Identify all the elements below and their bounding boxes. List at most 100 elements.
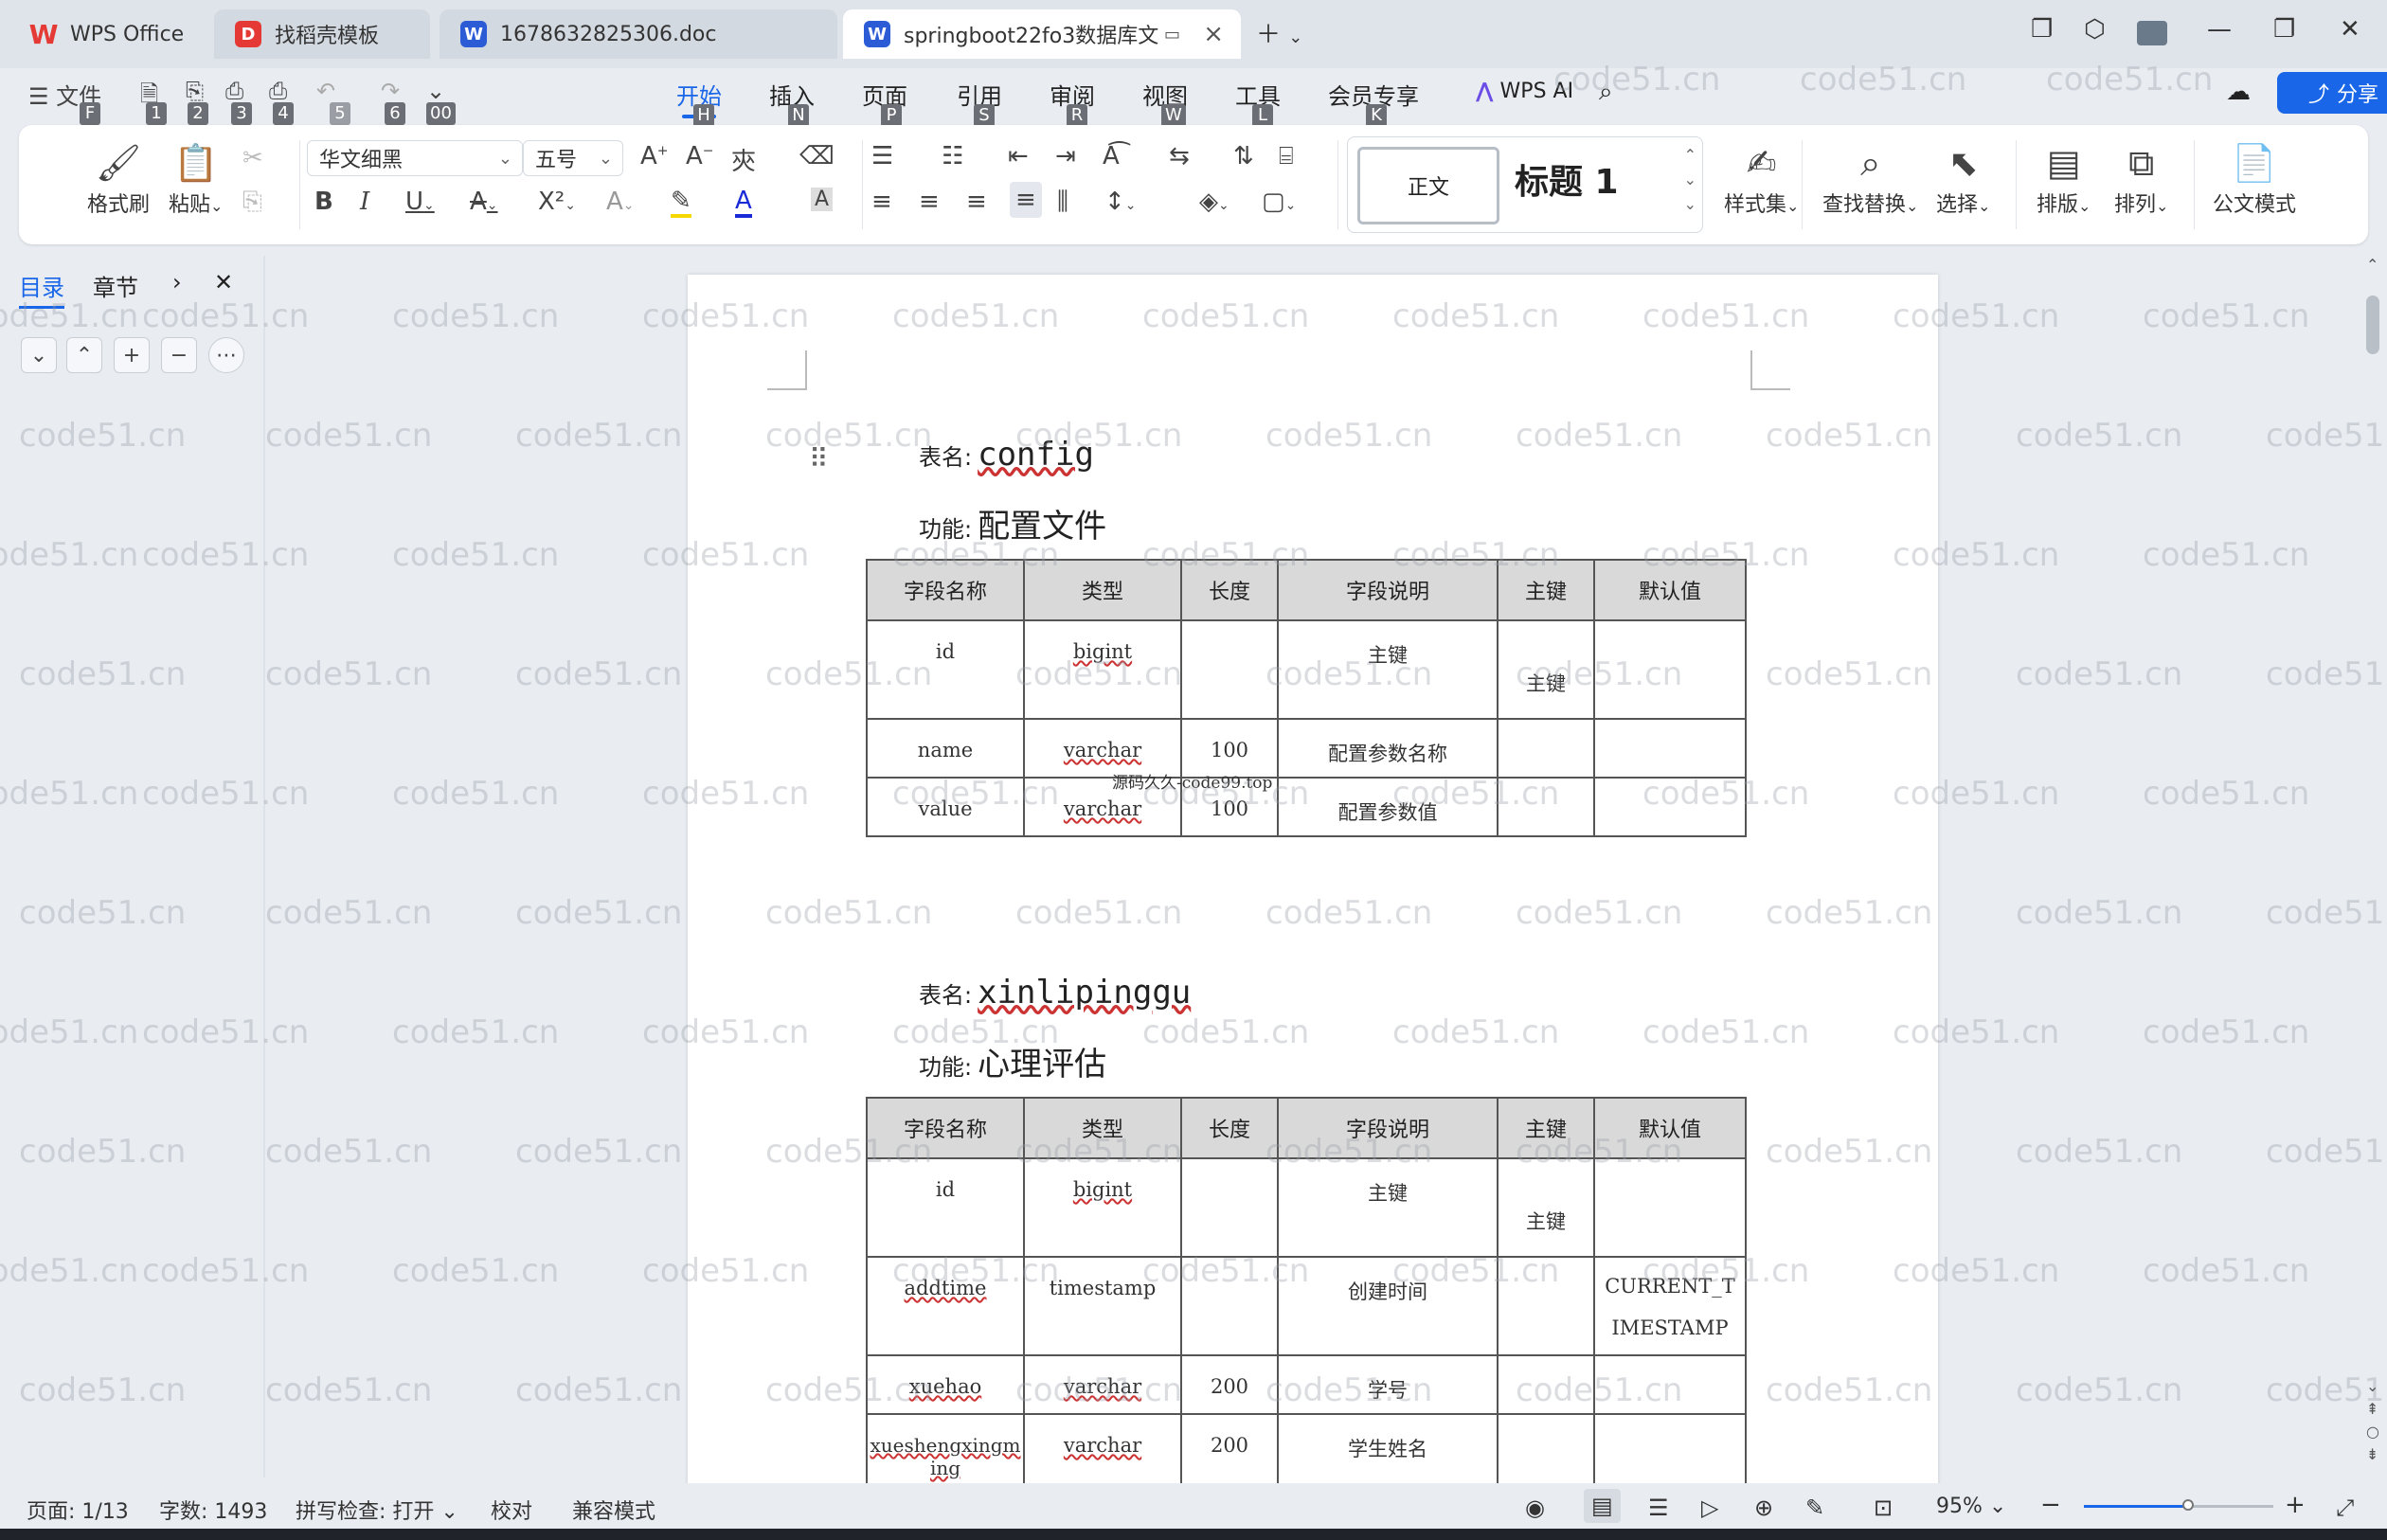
cell-field[interactable]: xueshengxingming	[870, 1434, 1021, 1479]
search-icon[interactable]: ⌕	[1599, 78, 1613, 107]
sort-icon[interactable]: ⇅	[1233, 142, 1254, 170]
fullscreen-icon[interactable]: ⤢	[2336, 1495, 2354, 1521]
cell-pk[interactable]	[1497, 718, 1595, 779]
phonetic-icon[interactable]: 㚒	[731, 142, 756, 177]
cell-type[interactable]: varchar	[1064, 1375, 1141, 1398]
cell-field[interactable]: xuehao	[909, 1375, 981, 1398]
collapse-up-icon[interactable]: ⌃	[66, 337, 102, 373]
cell-pk[interactable]: 主键	[1499, 669, 1592, 697]
word-count[interactable]: 字数: 1493	[159, 1495, 267, 1525]
cell-field[interactable]: id	[866, 619, 1025, 720]
cell-pk[interactable]	[1497, 1354, 1595, 1415]
tab-toc[interactable]: 目录	[19, 269, 64, 309]
play-icon[interactable]: ▷	[1701, 1495, 1718, 1521]
italic-icon[interactable]: I	[360, 188, 369, 216]
avatar[interactable]	[2137, 21, 2167, 45]
underline-icon[interactable]: U⌄	[405, 188, 435, 216]
shrink-font-icon[interactable]: A−	[686, 142, 714, 170]
style-normal[interactable]: 正文	[1357, 147, 1499, 224]
line-break-icon[interactable]: ⇆	[1169, 142, 1190, 170]
undo-icon[interactable]: ↶	[316, 78, 335, 104]
cell-desc[interactable]: 配置参数值	[1277, 777, 1499, 837]
numbered-list-icon[interactable]: ☷	[942, 142, 963, 170]
cell-desc[interactable]: 学号	[1277, 1354, 1499, 1415]
tab-docer-templates[interactable]: D 找稻壳模板	[214, 9, 430, 59]
cell-length[interactable]: 200	[1180, 1354, 1279, 1415]
close-pane-icon[interactable]: ✕	[214, 269, 233, 295]
bullet-list-icon[interactable]: ☰	[871, 142, 893, 170]
cell-type[interactable]: bigint	[1073, 1178, 1132, 1201]
align-left-icon[interactable]: ≡	[871, 188, 892, 216]
outline-view-icon[interactable]: ☰	[1648, 1495, 1669, 1521]
remove-icon[interactable]: −	[161, 337, 197, 373]
cell-default[interactable]	[1593, 1157, 1747, 1258]
cell-length[interactable]: 200	[1180, 1413, 1279, 1487]
proofread-button[interactable]: 校对	[491, 1495, 532, 1525]
new-tab-icon[interactable]: ＋ ⌄	[1256, 15, 1302, 50]
cell-type[interactable]: varchar	[1064, 797, 1141, 820]
official-mode-button[interactable]: 📄 公文模式	[2213, 138, 2296, 218]
spell-check-toggle[interactable]: 拼写检查: 打开 ⌄	[296, 1495, 458, 1525]
superscript-icon[interactable]: X²⌄	[538, 188, 576, 216]
bold-icon[interactable]: B	[314, 188, 333, 216]
layout-button[interactable]: ▤ 排版⌄	[2037, 138, 2091, 218]
page-count[interactable]: 页面: 1/13	[27, 1495, 129, 1525]
show-marks-icon[interactable]: ⌸	[1279, 142, 1294, 171]
decrease-indent-icon[interactable]: ⇤	[1008, 142, 1029, 170]
zoom-select[interactable]: 95% ⌄	[1936, 1495, 2006, 1518]
cell-default[interactable]	[1593, 619, 1747, 720]
cell-default[interactable]	[1593, 1413, 1747, 1487]
copy-icon[interactable]: ⎘	[242, 188, 262, 217]
font-size-select[interactable]: 五号 ⌄	[523, 140, 623, 176]
print-icon[interactable]: ⎙	[225, 78, 243, 104]
cell-type[interactable]: varchar	[1064, 739, 1141, 761]
cell-default[interactable]	[1593, 1354, 1747, 1415]
add-icon[interactable]: +	[114, 337, 150, 373]
zoom-slider-knob[interactable]	[2182, 1499, 2194, 1511]
cell-desc[interactable]: 主键	[1277, 1157, 1499, 1258]
scroll-thumb[interactable]	[2366, 295, 2379, 354]
paste-button[interactable]: 📋 粘贴⌄	[169, 138, 223, 218]
cell-desc[interactable]: 配置参数名称	[1277, 718, 1499, 779]
scroll-up-icon[interactable]: ⌃	[2366, 256, 2378, 274]
page-view-icon[interactable]: ▤	[1584, 1489, 1621, 1523]
pen-icon[interactable]: ✎	[1805, 1495, 1824, 1521]
increase-indent-icon[interactable]: ⇥	[1055, 142, 1076, 170]
cell-field[interactable]: value	[866, 777, 1025, 837]
print-preview-icon[interactable]: ⎙	[269, 78, 287, 104]
expand-down-icon[interactable]: ⌄	[21, 337, 57, 373]
vertical-scrollbar[interactable]: ⌃ ⌄ ⇞ ○ ⇟	[2360, 254, 2387, 1485]
cell-type[interactable]: bigint	[1073, 640, 1132, 663]
restore-icon[interactable]: ❐	[2273, 15, 2295, 44]
cloud-upload-icon[interactable]: ☁	[2226, 78, 2251, 106]
zoom-slider[interactable]	[2084, 1499, 2273, 1511]
fit-page-icon[interactable]: ⊡	[1874, 1495, 1893, 1521]
line-spacing-icon[interactable]: ↕⌄	[1104, 188, 1137, 216]
redo-icon[interactable]: ↷	[381, 78, 400, 104]
font-color-icon[interactable]: A	[735, 188, 752, 218]
find-replace-button[interactable]: ⌕ 查找替换⌄	[1822, 138, 1918, 218]
drag-handle-icon[interactable]: ⠿	[809, 443, 829, 475]
web-view-icon[interactable]: ⊕	[1754, 1495, 1773, 1521]
style-scroll-icon[interactable]: ⌃ ⌄ ⌄	[1684, 143, 1696, 217]
cell-length[interactable]	[1180, 619, 1279, 720]
cell-desc[interactable]: 创建时间	[1277, 1256, 1499, 1356]
text-effect-icon[interactable]: A⌄	[606, 188, 635, 216]
cell-pk[interactable]	[1497, 777, 1595, 837]
border-icon[interactable]: ▢⌄	[1262, 188, 1296, 216]
cell-type[interactable]: varchar	[1064, 1434, 1141, 1457]
style-heading-1[interactable]: 标题 1	[1515, 154, 1619, 204]
char-shading-icon[interactable]: A	[811, 188, 834, 211]
close-window-icon[interactable]: ✕	[2340, 15, 2360, 44]
distribute-icon[interactable]: ⫼	[1057, 188, 1068, 217]
cell-field[interactable]: addtime	[905, 1277, 987, 1299]
cell-field[interactable]: id	[866, 1157, 1025, 1258]
strikethrough-icon[interactable]: A⌄	[470, 188, 498, 216]
window-list-icon[interactable]: ❐	[2031, 15, 2053, 44]
cell-pk[interactable]	[1497, 1413, 1595, 1487]
chevron-right-icon[interactable]: ›	[172, 269, 182, 295]
cube-icon[interactable]: ⬡	[2084, 15, 2106, 44]
export-icon[interactable]: ⎘	[186, 78, 204, 104]
font-name-select[interactable]: 华文细黑 ⌄	[307, 140, 523, 176]
tab-wps-office[interactable]: W WPS Office	[9, 9, 203, 59]
